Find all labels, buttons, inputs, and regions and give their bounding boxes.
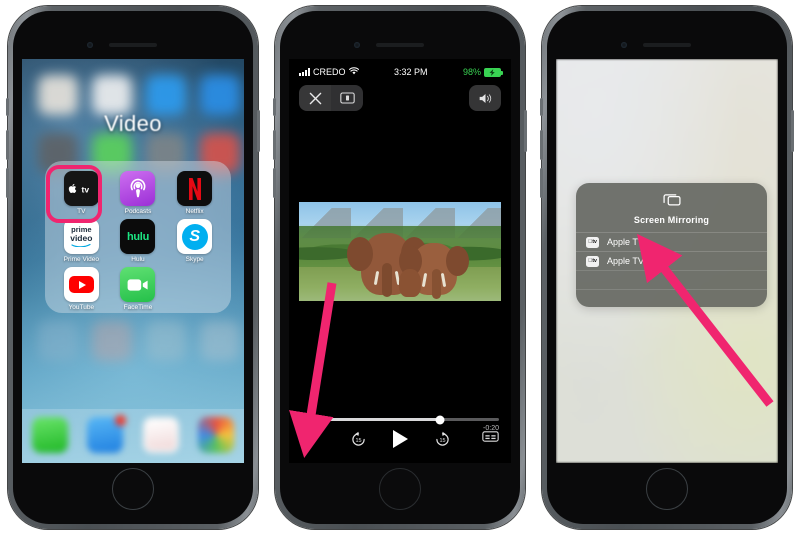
power-button[interactable] <box>257 110 260 152</box>
facetime-icon[interactable] <box>120 267 156 302</box>
apple-tv-small-icon: tv <box>586 255 599 267</box>
front-camera-icon <box>354 42 360 48</box>
device-row-empty <box>576 289 767 307</box>
volume-up-button[interactable] <box>540 130 543 160</box>
app-label: YouTube <box>68 304 95 311</box>
phone-3-screen-mirroring: Screen Mirroring tv Apple TV tv Apple … <box>540 6 794 529</box>
app-facetime[interactable]: FaceTime <box>110 267 166 315</box>
prime-video-icon[interactable]: prime video <box>63 219 99 254</box>
phone-2-screen: CREDO 3:32 PM 98% -0:20 15 15 <box>289 59 511 463</box>
scrubber-track[interactable] <box>301 415 499 424</box>
mute-switch[interactable] <box>273 98 276 116</box>
wifi-icon <box>348 67 359 77</box>
scrubber-fill <box>301 418 440 421</box>
volume-down-button[interactable] <box>540 168 543 198</box>
app-hulu[interactable]: hulu Hulu <box>110 219 166 267</box>
home-button[interactable] <box>646 468 688 510</box>
front-camera-icon <box>621 42 627 48</box>
screen-mirroring-panel: Screen Mirroring tv Apple TV tv Apple … <box>576 183 767 307</box>
youtube-icon[interactable] <box>63 267 99 302</box>
playback-controls: 15 15 <box>301 427 499 451</box>
app-prime-video[interactable]: prime video Prime Video <box>53 219 109 267</box>
phone-1-home-screen: Video tv TV Podcasts Netflix prime video… <box>6 6 260 529</box>
mute-switch[interactable] <box>6 98 9 116</box>
app-youtube[interactable]: YouTube <box>53 267 109 315</box>
app-label: Netflix <box>185 208 204 215</box>
power-button[interactable] <box>791 110 794 152</box>
status-time: 3:32 PM <box>393 67 428 77</box>
device-label: Apple TV <box>607 237 644 247</box>
app-label: FaceTime <box>123 304 153 311</box>
phone-3-screen: Screen Mirroring tv Apple TV tv Apple … <box>556 59 778 463</box>
photos-app-icon[interactable] <box>198 417 235 453</box>
screen-mirroring-title: Screen Mirroring <box>633 215 710 225</box>
mute-button[interactable] <box>469 85 501 111</box>
messages-badge <box>115 415 127 426</box>
app-label: Skype <box>185 256 204 263</box>
folder-title: Video <box>104 111 162 136</box>
device-row-apple-tv-1[interactable]: tv Apple TV <box>576 232 767 251</box>
mute-switch[interactable] <box>540 98 543 116</box>
video-surface[interactable] <box>299 202 501 301</box>
earpiece-speaker <box>109 43 157 47</box>
device-row-apple-tv-2[interactable]: tv Apple TV <box>576 251 767 270</box>
cellular-signal-icon <box>299 68 310 76</box>
hulu-icon[interactable]: hulu <box>120 219 156 254</box>
skype-icon[interactable]: S <box>177 219 213 254</box>
device-label: Apple TV <box>607 256 644 266</box>
volume-up-button[interactable] <box>6 130 9 160</box>
screen-mirroring-header: Screen Mirroring <box>576 183 767 232</box>
phone-1-screen: Video tv TV Podcasts Netflix prime video… <box>22 59 244 463</box>
earpiece-speaker <box>376 43 424 47</box>
phone-1-inner: Video tv TV Podcasts Netflix prime video… <box>13 11 253 524</box>
picture-in-picture-button[interactable] <box>331 85 363 111</box>
phone-2-inner: CREDO 3:32 PM 98% -0:20 15 15 <box>280 11 520 524</box>
skip-back-15-button[interactable]: 15 <box>350 431 367 448</box>
battery-icon <box>484 67 503 77</box>
skip-forward-15-button[interactable]: 15 <box>434 431 451 448</box>
mail-app-icon[interactable] <box>142 417 179 453</box>
app-podcasts[interactable]: Podcasts <box>110 171 166 219</box>
screen-mirroring-icon <box>662 194 682 211</box>
home-button[interactable] <box>112 468 154 510</box>
close-button[interactable] <box>299 85 331 111</box>
screenshot-stage: Video tv TV Podcasts Netflix prime video… <box>0 0 800 535</box>
app-netflix[interactable]: Netflix <box>167 171 223 219</box>
carrier-label: CREDO <box>313 67 346 77</box>
svg-text:15: 15 <box>439 437 445 443</box>
messages-app-icon[interactable] <box>87 415 127 453</box>
app-label: Hulu <box>131 256 145 263</box>
app-skype[interactable]: S Skype <box>167 219 223 267</box>
elephant-baby <box>399 269 421 297</box>
apple-tv-small-icon: tv <box>586 236 599 248</box>
power-button[interactable] <box>524 110 527 152</box>
device-row-empty <box>576 270 767 289</box>
status-bar: CREDO 3:32 PM 98% <box>289 65 511 79</box>
captions-button[interactable] <box>482 430 499 448</box>
netflix-icon[interactable] <box>177 171 213 206</box>
airplay-button[interactable] <box>301 429 318 449</box>
scrubber[interactable]: -0:20 <box>301 415 499 432</box>
volume-up-button[interactable] <box>273 130 276 160</box>
app-label: Prime Video <box>63 256 99 263</box>
home-button[interactable] <box>379 468 421 510</box>
phone-app-icon[interactable] <box>31 417 68 453</box>
front-camera-icon <box>87 42 93 48</box>
battery-percent: 98% <box>462 67 481 77</box>
player-top-controls <box>299 85 363 111</box>
app-label: Podcasts <box>124 208 152 215</box>
tv-app-highlight-box <box>46 165 102 223</box>
earpiece-speaker <box>643 43 691 47</box>
volume-down-button[interactable] <box>6 168 9 198</box>
phone-2-video-player: CREDO 3:32 PM 98% -0:20 15 15 <box>273 6 527 529</box>
volume-down-button[interactable] <box>273 168 276 198</box>
play-button[interactable] <box>392 430 408 448</box>
dock <box>22 409 244 463</box>
podcasts-icon[interactable] <box>120 171 156 206</box>
phone-3-inner: Screen Mirroring tv Apple TV tv Apple … <box>547 11 787 524</box>
scrubber-knob[interactable] <box>435 415 445 424</box>
svg-text:15: 15 <box>355 437 361 443</box>
